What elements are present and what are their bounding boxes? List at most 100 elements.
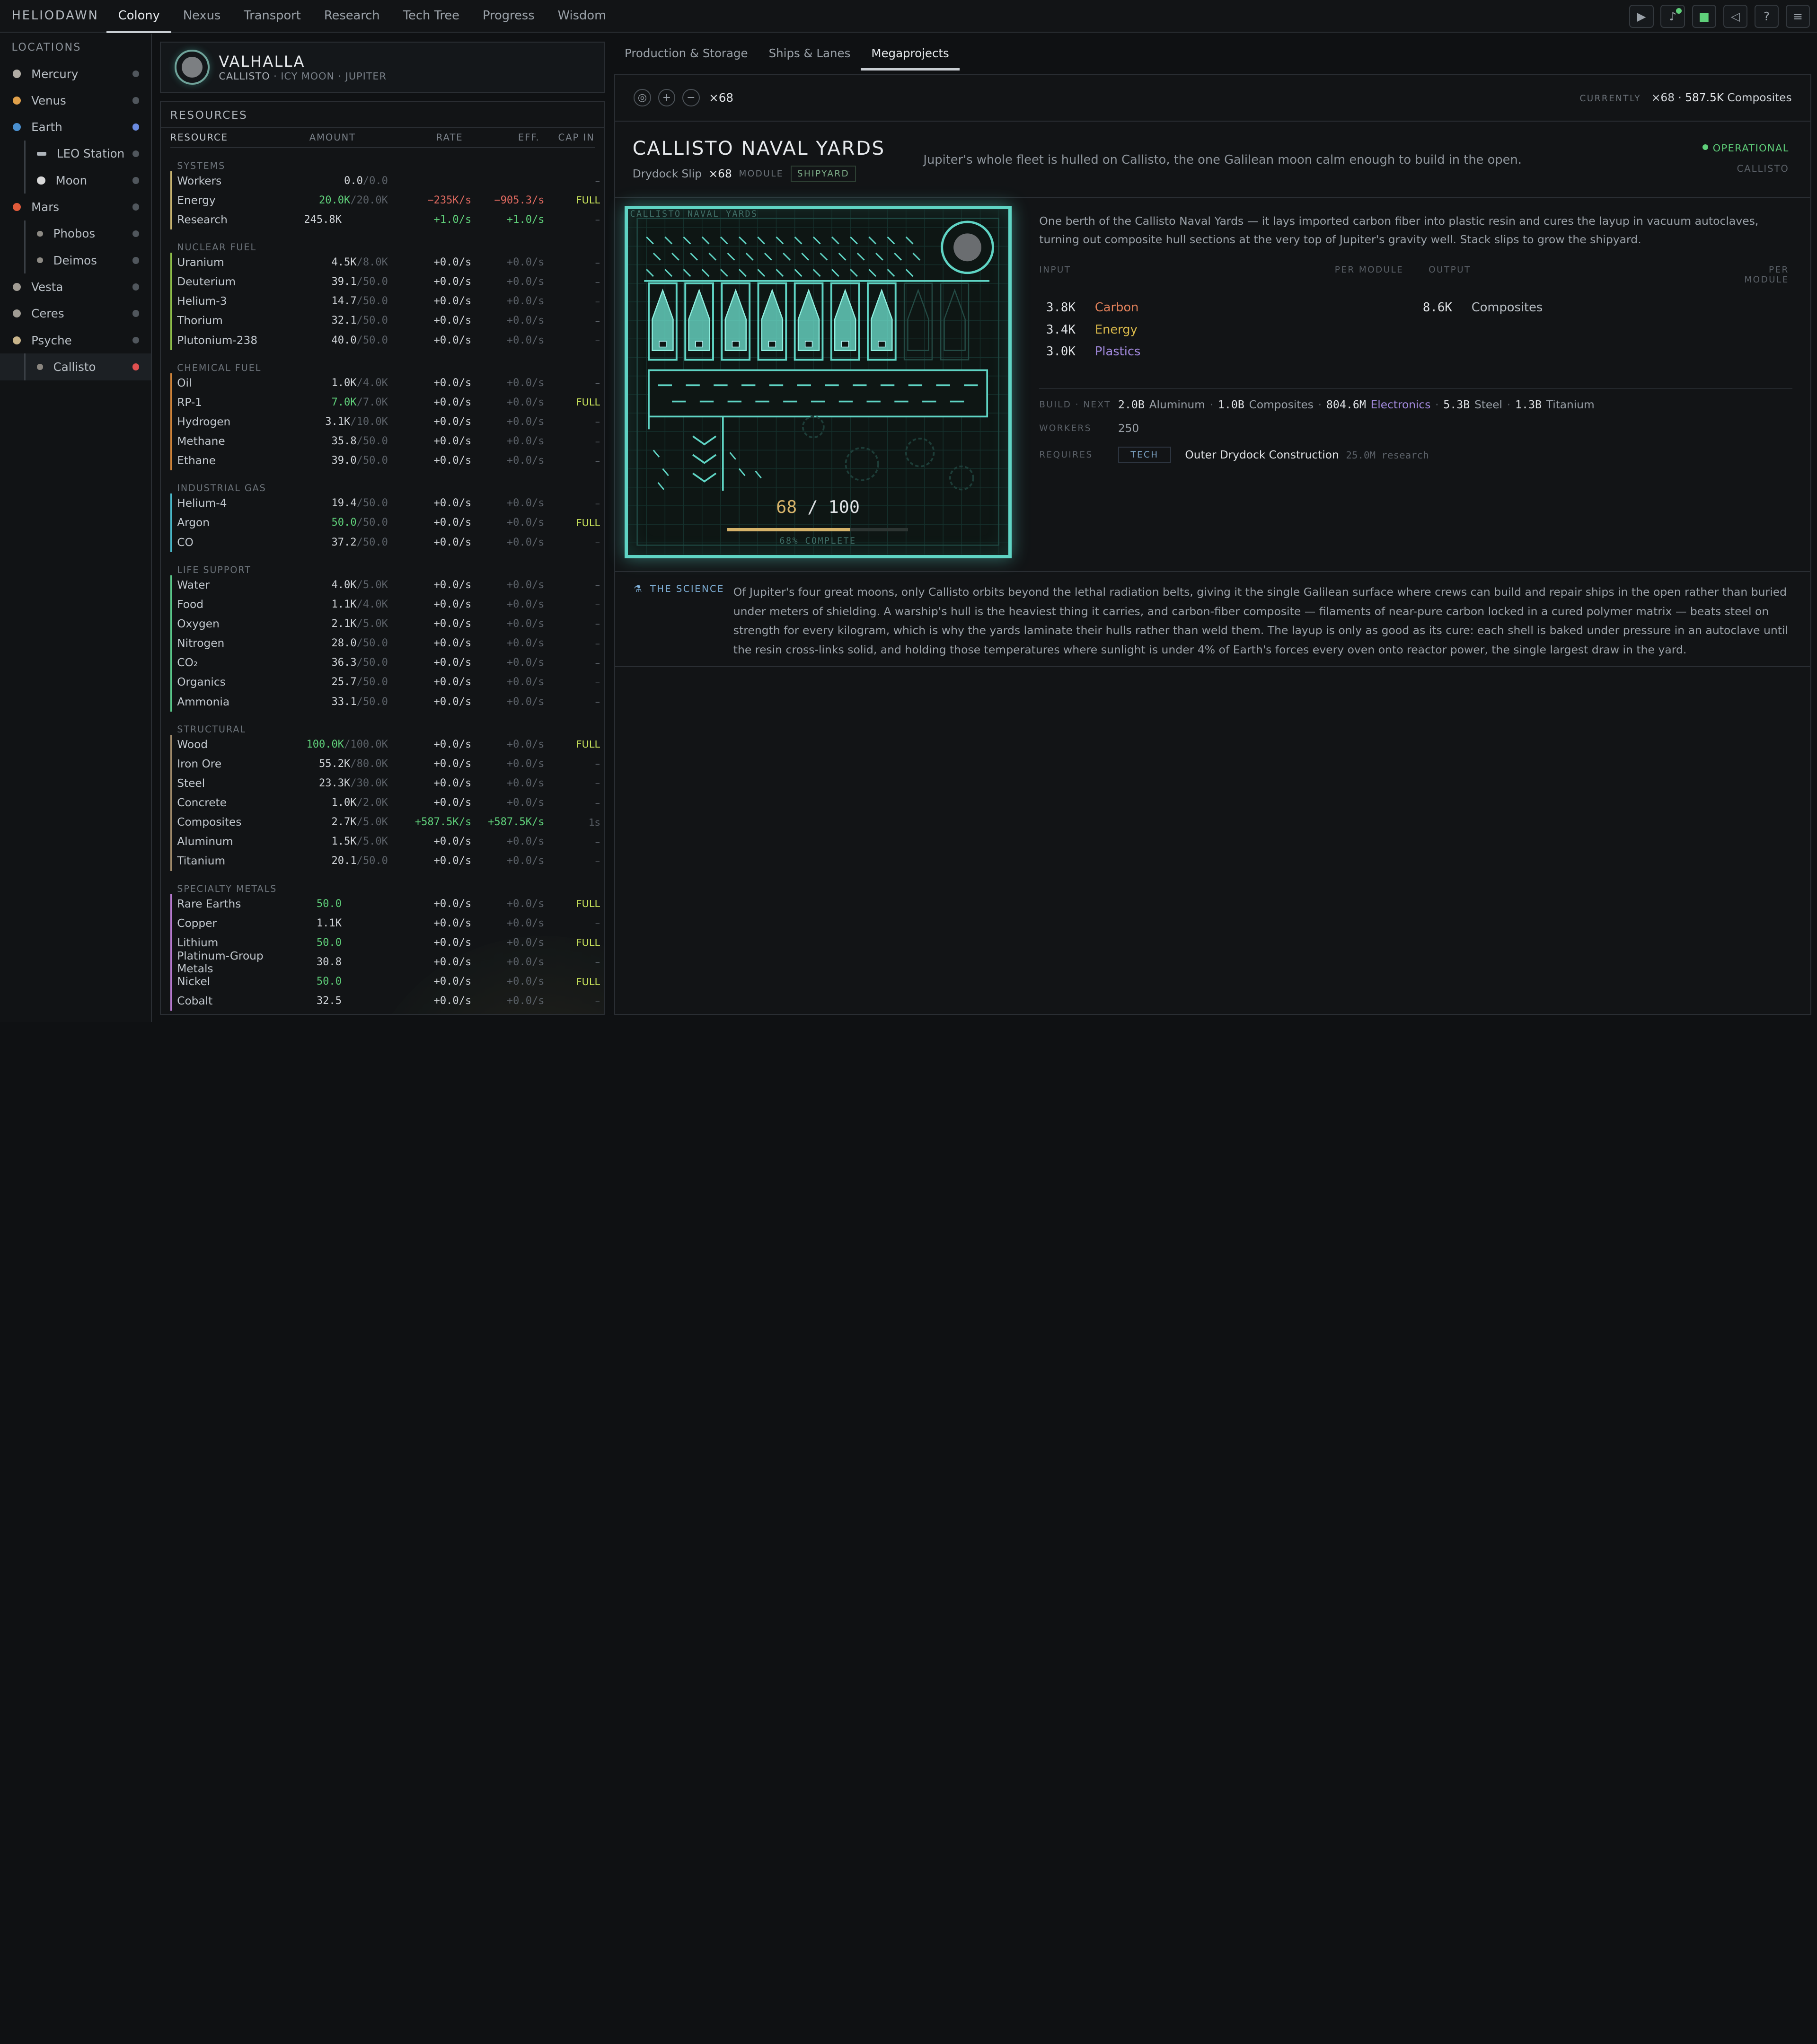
sidebar-item-earth[interactable]: Earth xyxy=(0,114,151,140)
resource-row[interactable]: Composites 2.7K/5.0K +587.5K/s +587.5K/s 1s xyxy=(170,812,604,832)
currently-mult: ×68 xyxy=(1651,91,1675,105)
resource-row[interactable]: Ammonia 33.1/50.0 +0.0/s +0.0/s – xyxy=(170,692,604,712)
resource-row[interactable]: Hydrogen 3.1K/10.0K +0.0/s +0.0/s – xyxy=(170,412,604,432)
bell-button[interactable]: ♪ xyxy=(1660,4,1685,28)
resource-name: Uranium xyxy=(177,256,224,269)
moon-icon xyxy=(953,233,981,262)
add-module-button[interactable]: + xyxy=(658,89,676,107)
amount-cap: /5.0K xyxy=(356,617,388,630)
sidebar-item-venus[interactable]: Venus xyxy=(0,87,151,114)
mute-button[interactable]: ◁ xyxy=(1723,4,1748,28)
sidebar-item-ceres[interactable]: Ceres xyxy=(0,300,151,327)
tab-production-storage[interactable]: Production & Storage xyxy=(614,42,759,70)
resource-name: Helium-3 xyxy=(177,295,227,308)
resource-row[interactable]: Wood 100.0K/100.0K +0.0/s +0.0/s FULL xyxy=(170,734,604,754)
nav-tab-nexus[interactable]: Nexus xyxy=(171,0,232,32)
nav-tab-wisdom[interactable]: Wisdom xyxy=(546,0,617,32)
nav-tab-colony[interactable]: Colony xyxy=(106,0,172,33)
target-icon[interactable]: ◎ xyxy=(634,89,651,107)
help-button[interactable]: ? xyxy=(1754,4,1779,28)
play-button[interactable]: ▶ xyxy=(1629,4,1654,28)
sidebar-item-leo-station[interactable]: LEO Station xyxy=(0,140,151,167)
nav-tab-tech-tree[interactable]: Tech Tree xyxy=(391,0,471,32)
resource-row[interactable]: RP-1 7.0K/7.0K +0.0/s +0.0/s FULL xyxy=(170,392,604,412)
resource-row[interactable]: Energy 20.0K/20.0K −235K/s −905.3/s FULL xyxy=(170,190,604,210)
category-bar xyxy=(170,894,173,914)
resource-row[interactable]: Helium-3 14.7/50.0 +0.0/s +0.0/s – xyxy=(170,291,604,311)
resource-row[interactable]: CO 37.2/50.0 +0.0/s +0.0/s – xyxy=(170,532,604,552)
resource-row[interactable]: Research 245.8K +1.0/s +1.0/s – xyxy=(170,210,604,229)
resource-cap-in: – xyxy=(595,599,600,610)
sidebar-item-mars[interactable]: Mars xyxy=(0,194,151,220)
resource-row[interactable]: Deuterium 39.1/50.0 +0.0/s +0.0/s – xyxy=(170,272,604,292)
resource-row[interactable]: Water 4.0K/5.0K +0.0/s +0.0/s – xyxy=(170,575,604,595)
amount-value: 32.1 xyxy=(331,315,357,327)
header-eff: EFF. xyxy=(518,132,540,143)
nav-tab-transport[interactable]: Transport xyxy=(232,0,313,32)
resource-row[interactable]: Copper 1.1K +0.0/s +0.0/s – xyxy=(170,913,604,933)
build-separator: · xyxy=(1318,398,1322,411)
resource-efficiency: +1.0/s xyxy=(506,213,545,226)
resource-row[interactable]: Uranium 4.5K/8.0K +0.0/s +0.0/s – xyxy=(170,252,604,273)
nav-tab-research[interactable]: Research xyxy=(312,0,391,32)
resource-row[interactable]: Concrete 1.0K/2.0K +0.0/s +0.0/s – xyxy=(170,793,604,813)
resource-row[interactable]: Aluminum 1.5K/5.0K +0.0/s +0.0/s – xyxy=(170,832,604,852)
amount-cap: /4.0K xyxy=(356,598,388,610)
resource-name: Methane xyxy=(177,435,225,448)
amount-cap: /100.0K xyxy=(344,738,388,750)
tab-megaprojects[interactable]: Megaprojects xyxy=(861,42,960,71)
resource-row[interactable]: Rare Earths 50.0 +0.0/s +0.0/s FULL xyxy=(170,894,604,914)
amount-cap: /50.0 xyxy=(356,497,388,510)
resource-row[interactable]: Helium-4 19.4/50.0 +0.0/s +0.0/s – xyxy=(170,493,604,513)
sidebar-item-callisto[interactable]: Callisto xyxy=(0,353,151,380)
resource-rate: +0.0/s xyxy=(433,315,472,327)
resource-row[interactable]: CO₂ 36.3/50.0 +0.0/s +0.0/s – xyxy=(170,653,604,673)
resource-row[interactable]: Cobalt 32.5 +0.0/s +0.0/s – xyxy=(170,991,604,1011)
resource-rate: +0.0/s xyxy=(433,936,472,949)
streak-mark xyxy=(662,468,669,476)
save-button[interactable]: ■ xyxy=(1692,4,1717,28)
streak-mark xyxy=(683,237,691,245)
resource-row[interactable]: Nitrogen 28.0/50.0 +0.0/s +0.0/s – xyxy=(170,634,604,653)
resource-row[interactable]: Oxygen 2.1K/5.0K +0.0/s +0.0/s – xyxy=(170,614,604,634)
resource-amount: 4.0K/5.0K xyxy=(282,579,388,591)
resource-row[interactable]: Nickel 50.0 +0.0/s +0.0/s FULL xyxy=(170,972,604,992)
tree-line xyxy=(24,140,26,167)
sidebar-item-moon[interactable]: Moon xyxy=(0,167,151,194)
nav-tab-progress[interactable]: Progress xyxy=(471,0,546,32)
sidebar-item-phobos[interactable]: Phobos xyxy=(0,220,151,247)
resource-row[interactable]: Steel 23.3K/30.0K +0.0/s +0.0/s – xyxy=(170,773,604,793)
resource-row[interactable]: Plutonium-238 40.0/50.0 +0.0/s +0.0/s – xyxy=(170,330,604,350)
io-columns: 3.8K Carbon 3.4K Energy 3.0K Plastics 8.6K Com… xyxy=(1039,297,1792,363)
sidebar-item-mercury[interactable]: Mercury xyxy=(0,61,151,87)
resource-row[interactable]: Oil 1.0K/4.0K +0.0/s +0.0/s – xyxy=(170,373,604,393)
build-separator: · xyxy=(1209,398,1214,411)
resource-row[interactable]: Thorium 32.1/50.0 +0.0/s +0.0/s – xyxy=(170,311,604,331)
science-text: Of Jupiter's four great moons, only Call… xyxy=(733,585,1789,656)
amount-cap: /80.0K xyxy=(350,758,388,770)
resource-row[interactable]: Titanium 20.1/50.0 +0.0/s +0.0/s – xyxy=(170,851,604,871)
amount-cap: /50.0 xyxy=(356,637,388,650)
menu-button[interactable]: ≡ xyxy=(1785,4,1810,28)
resource-row[interactable]: Ethane 39.0/50.0 +0.0/s +0.0/s – xyxy=(170,451,604,471)
resource-row[interactable]: Food 1.1K/4.0K +0.0/s +0.0/s – xyxy=(170,594,604,614)
remove-module-button[interactable]: − xyxy=(682,89,700,107)
sidebar-item-label: Psyche xyxy=(31,333,72,347)
planet-dot-icon xyxy=(12,203,21,211)
sidebar-item-psyche[interactable]: Psyche xyxy=(0,327,151,353)
sidebar-item-deimos[interactable]: Deimos xyxy=(0,247,151,274)
tab-ships-lanes[interactable]: Ships & Lanes xyxy=(759,42,861,70)
resource-row[interactable]: Iron Ore 55.2K/80.0K +0.0/s +0.0/s – xyxy=(170,754,604,774)
resource-row[interactable]: Platinum-Group Metals 30.8 +0.0/s +0.0/s – xyxy=(170,950,604,975)
currently-value: 587.5K xyxy=(1685,91,1724,105)
category-bar xyxy=(170,972,173,992)
resource-row[interactable]: Argon 50.0/50.0 +0.0/s +0.0/s FULL xyxy=(170,513,604,533)
build-list: 2.0B Aluminum · 1.0B Composites · 804.6M Electr… xyxy=(1118,398,1595,411)
resource-row[interactable]: Methane 35.8/50.0 +0.0/s +0.0/s – xyxy=(170,432,604,451)
resource-efficiency: +0.0/s xyxy=(506,976,545,988)
sidebar-item-vesta[interactable]: Vesta xyxy=(0,273,151,300)
resource-rate: +0.0/s xyxy=(433,738,472,750)
resource-row[interactable]: Workers 0.0/0.0 – xyxy=(170,171,604,191)
required-tech-link[interactable]: Outer Drydock Construction xyxy=(1185,449,1339,461)
resource-row[interactable]: Organics 25.7/50.0 +0.0/s +0.0/s – xyxy=(170,672,604,692)
